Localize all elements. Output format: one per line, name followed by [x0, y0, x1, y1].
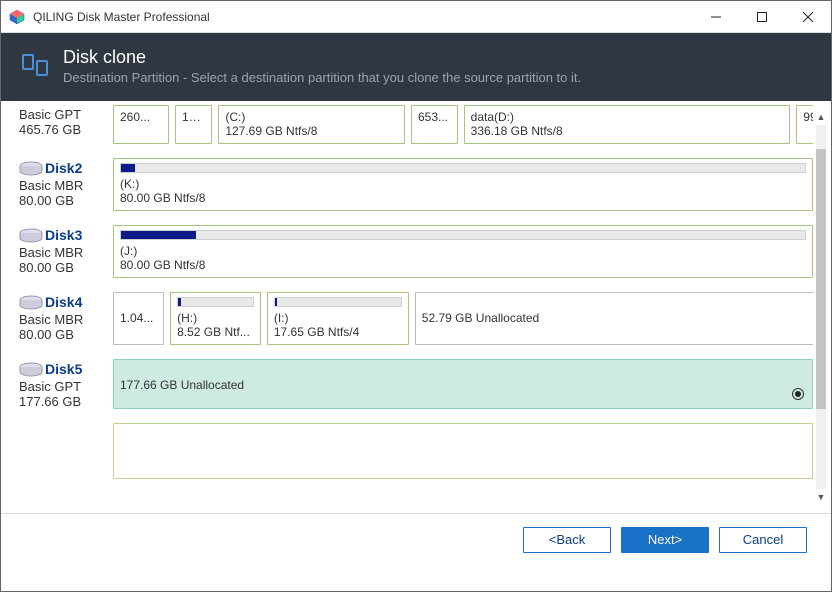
- disk-info: Disk5 Basic GPT177.66 GB: [19, 359, 113, 409]
- partition-unallocated[interactable]: 1.04...: [113, 292, 164, 345]
- partition-letter: (J:): [120, 244, 806, 258]
- window-title: QILING Disk Master Professional: [33, 10, 693, 24]
- partition-letter: data(D:): [471, 110, 784, 124]
- partition-info: 260...: [120, 110, 162, 124]
- partition[interactable]: data(D:)336.18 GB Ntfs/8: [464, 105, 791, 144]
- disk-name: Disk3: [45, 227, 82, 243]
- usage-bar: [120, 230, 806, 240]
- app-logo-icon: [9, 9, 25, 25]
- page-title: Disk clone: [63, 47, 811, 68]
- partition-bar: 177.66 GB Unallocated: [113, 359, 813, 409]
- scroll-thumb[interactable]: [816, 149, 826, 409]
- scroll-down-icon[interactable]: ▼: [813, 489, 829, 505]
- disk-clone-icon: [21, 51, 49, 79]
- disk-size: 177.66 GB: [19, 394, 113, 409]
- partition-bar: (J:)80.00 GB Ntfs/8: [113, 225, 813, 278]
- disk-list[interactable]: Basic GPT465.76 GB260...16....(C:)127.69…: [19, 105, 813, 509]
- disk-name: Disk5: [45, 361, 82, 377]
- partition[interactable]: 16....: [175, 105, 212, 144]
- disk-info: Disk3 Basic MBR80.00 GB: [19, 225, 113, 278]
- disk-row: Disk2Basic MBR80.00 GB(K:)80.00 GB Ntfs/…: [19, 158, 813, 211]
- usage-bar: [177, 297, 254, 307]
- partition[interactable]: 995...: [796, 105, 813, 144]
- partition[interactable]: 653...: [411, 105, 458, 144]
- partition[interactable]: (H:)8.52 GB Ntf...: [170, 292, 261, 345]
- partition-info: 177.66 GB Unallocated: [120, 378, 806, 392]
- disk-row: Disk3Basic MBR80.00 GB(J:)80.00 GB Ntfs/…: [19, 225, 813, 278]
- partition-letter: (K:): [120, 177, 806, 191]
- disk-type: Basic GPT: [19, 379, 113, 394]
- partition-info: 80.00 GB Ntfs/8: [120, 191, 806, 205]
- hdd-icon: [19, 227, 43, 245]
- partition-bar: (K:)80.00 GB Ntfs/8: [113, 158, 813, 211]
- selected-radio-icon: [792, 388, 804, 400]
- page-subtitle: Destination Partition - Select a destina…: [63, 70, 811, 85]
- partition-info: 52.79 GB Unallocated: [422, 311, 813, 325]
- partition-info: 16....: [182, 110, 205, 124]
- disk-type: Basic MBR: [19, 178, 113, 193]
- partition-info: 80.00 GB Ntfs/8: [120, 258, 806, 272]
- minimize-button[interactable]: [693, 1, 739, 33]
- partition-info: 1.04...: [120, 311, 157, 325]
- disk-type: Basic GPT: [19, 107, 113, 122]
- content-area: Basic GPT465.76 GB260...16....(C:)127.69…: [1, 101, 831, 513]
- partition[interactable]: (I:)17.65 GB Ntfs/4: [267, 292, 409, 345]
- partition-bar: 260... 16.... (C:)127.69 GB Ntfs/8 653... da…: [113, 105, 813, 144]
- partition[interactable]: (J:)80.00 GB Ntfs/8: [113, 225, 813, 278]
- scroll-up-icon[interactable]: ▲: [813, 109, 829, 125]
- partition-bar: 1.04...(H:)8.52 GB Ntf...(I:)17.65 GB Nt…: [113, 292, 813, 345]
- disk-info: Disk2 Basic MBR80.00 GB: [19, 158, 113, 211]
- partition[interactable]: (K:)80.00 GB Ntfs/8: [113, 158, 813, 211]
- disk-row: Basic GPT465.76 GB 260... 16.... (C:)127.69…: [19, 105, 813, 144]
- header: Disk clone Destination Partition - Selec…: [1, 33, 831, 101]
- maximize-button[interactable]: [739, 1, 785, 33]
- usage-bar: [274, 297, 402, 307]
- back-button[interactable]: <Back: [523, 527, 611, 553]
- disk-size: 465.76 GB: [19, 122, 113, 137]
- partition-placeholder: [113, 423, 813, 479]
- hdd-icon: [19, 160, 43, 178]
- partition-unallocated[interactable]: 177.66 GB Unallocated: [113, 359, 813, 409]
- partition-info: 8.52 GB Ntf...: [177, 325, 254, 339]
- hdd-icon: [19, 294, 43, 312]
- disk-row: Disk5 Basic GPT177.66 GB 177.66 GB Unalloc…: [19, 359, 813, 409]
- disk-info: Disk4 Basic MBR80.00 GB: [19, 292, 113, 345]
- cancel-button[interactable]: Cancel: [719, 527, 807, 553]
- partition-info: 17.65 GB Ntfs/4: [274, 325, 402, 339]
- titlebar: QILING Disk Master Professional: [1, 1, 831, 33]
- disk-type: Basic MBR: [19, 245, 113, 260]
- partition-info: 336.18 GB Ntfs/8: [471, 124, 784, 138]
- disk-type: Basic MBR: [19, 312, 113, 327]
- partition-info: 127.69 GB Ntfs/8: [225, 124, 398, 138]
- partition-info: 995...: [803, 110, 813, 124]
- partition[interactable]: 260...: [113, 105, 169, 144]
- disk-name: Disk2: [45, 160, 82, 176]
- disk-info: Basic GPT465.76 GB: [19, 105, 113, 144]
- disk-size: 80.00 GB: [19, 327, 113, 342]
- disk-size: 80.00 GB: [19, 260, 113, 275]
- footer: <Back Next> Cancel: [1, 513, 831, 565]
- scrollbar[interactable]: ▲ ▼: [813, 109, 829, 505]
- next-button[interactable]: Next>: [621, 527, 709, 553]
- partition-info: 653...: [418, 110, 451, 124]
- partition-letter: (C:): [225, 110, 398, 124]
- disk-name: Disk4: [45, 294, 82, 310]
- disk-row: Disk4 Basic MBR80.00 GB 1.04... (H:)8.52 GB…: [19, 292, 813, 345]
- partition-unallocated[interactable]: 52.79 GB Unallocated: [415, 292, 813, 345]
- partition[interactable]: (C:)127.69 GB Ntfs/8: [218, 105, 405, 144]
- close-button[interactable]: [785, 1, 831, 33]
- partition-letter: (H:): [177, 311, 254, 325]
- hdd-icon: [19, 361, 43, 379]
- partition-letter: (I:): [274, 311, 402, 325]
- disk-size: 80.00 GB: [19, 193, 113, 208]
- usage-bar: [120, 163, 806, 173]
